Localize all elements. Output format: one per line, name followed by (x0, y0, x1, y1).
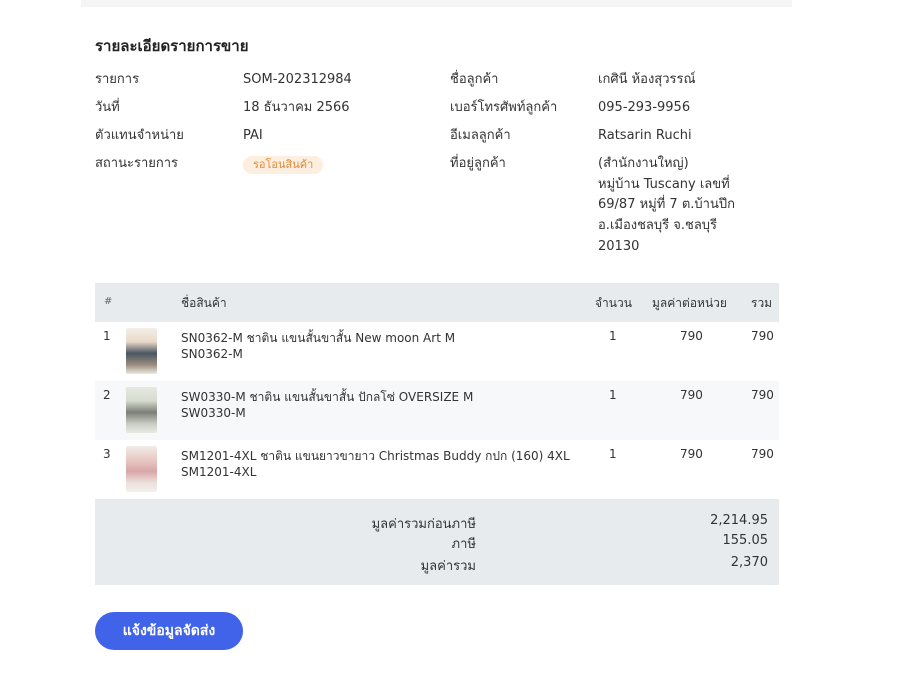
table-row: 3 SM1201-4XL ชาติน แขนยาวขายาว Christmas… (95, 440, 779, 499)
status-label: สถานะรายการ (95, 156, 179, 171)
items-table: # ชื่อสินค้า จำนวน มูลค่าต่อหน่วย รวม 1 … (95, 283, 779, 499)
product-qty: 1 (609, 447, 617, 461)
product-total: 790 (751, 388, 774, 402)
row-index: 3 (103, 447, 111, 461)
product-qty: 1 (609, 329, 617, 343)
product-name: SM1201-4XL ชาติน แขนยาวขายาว Christmas B… (181, 449, 570, 463)
product-unit-price: 790 (680, 388, 703, 402)
customer-phone-value: 095-293-9956 (598, 100, 691, 115)
table-row: 1 SN0362-M ชาติน แขนสั้นขาสั้น New moon … (95, 322, 779, 381)
subtotal-value: 2,214.95 (710, 513, 768, 528)
customer-email-label: อีเมลลูกค้า (450, 128, 511, 143)
product-qty: 1 (609, 388, 617, 402)
col-name-header: ชื่อสินค้า (181, 296, 227, 310)
address-line: หมู่บ้าน Tuscany เลขที่ (598, 176, 730, 192)
order-id-value: SOM-202312984 (243, 72, 352, 87)
customer-address: (สำนักงานใหญ่) หมู่บ้าน Tuscany เลขที่ 6… (598, 154, 748, 258)
row-index: 1 (103, 329, 111, 343)
status-badge: รอโอนสินค้า (243, 156, 324, 174)
order-date-value: 18 ธันวาคม 2566 (243, 100, 350, 115)
address-line: 20130 (598, 238, 640, 254)
notify-shipping-button[interactable]: แจ้งข้อมูลจัดส่ง (95, 612, 243, 650)
subtotal-label: มูลค่ารวมก่อนภาษี (371, 517, 476, 532)
table-header: # ชื่อสินค้า จำนวน มูลค่าต่อหน่วย รวม (95, 283, 779, 322)
product-sku: SM1201-4XL (181, 465, 257, 479)
page-title: รายละเอียดรายการขาย (95, 37, 249, 55)
product-sku: SW0330-M (181, 406, 246, 420)
table-row: 2 SW0330-M ชาติน แขนสั้นขาสั้น ปักลโซ่ O… (95, 381, 779, 440)
order-date-label: วันที่ (95, 100, 120, 115)
grand-total-label: มูลค่ารวม (420, 559, 476, 574)
order-id-label: รายการ (95, 72, 140, 87)
tax-value: 155.05 (722, 533, 769, 548)
tax-label: ภาษี (451, 537, 476, 552)
agent-label: ตัวแทนจำหน่าย (95, 128, 184, 143)
col-index-header: # (104, 296, 113, 307)
product-unit-price: 790 (680, 447, 703, 461)
product-sku: SN0362-M (181, 347, 243, 361)
product-total: 790 (751, 329, 774, 343)
customer-email-value: Ratsarin Ruchi (598, 128, 692, 143)
col-total-header: รวม (751, 296, 773, 310)
grand-total-value: 2,370 (730, 555, 768, 570)
product-total: 790 (751, 447, 774, 461)
product-thumbnail (126, 387, 157, 433)
customer-address-label: ที่อยู่ลูกค้า (450, 156, 506, 171)
customer-phone-label: เบอร์โทรศัพท์ลูกค้า (450, 100, 558, 115)
product-name: SN0362-M ชาติน แขนสั้นขาสั้น New moon Ar… (181, 331, 456, 345)
col-qty-header: จำนวน (595, 296, 632, 310)
col-unit-price-header: มูลค่าต่อหน่วย (652, 296, 727, 310)
address-line: 69/87 หมู่ที่ 7 ต.บ้านปึก (598, 197, 735, 213)
row-index: 2 (103, 388, 111, 402)
order-summary: มูลค่ารวมก่อนภาษี 2,214.95 ภาษี 155.05 ม… (95, 499, 779, 585)
agent-value: PAI (243, 128, 263, 143)
customer-name-label: ชื่อลูกค้า (450, 72, 499, 87)
product-unit-price: 790 (680, 329, 703, 343)
product-thumbnail (126, 328, 157, 374)
product-thumbnail (126, 446, 157, 492)
product-name: SW0330-M ชาติน แขนสั้นขาสั้น ปักลโซ่ OVE… (181, 390, 474, 404)
address-line: (สำนักงานใหญ่) (598, 156, 689, 171)
top-card-edge (81, 0, 792, 7)
address-line: อ.เมืองชลบุรี จ.ชลบุรี (598, 218, 718, 234)
customer-name-value: เกศินี ห้องสุวรรณ์ (598, 72, 696, 87)
